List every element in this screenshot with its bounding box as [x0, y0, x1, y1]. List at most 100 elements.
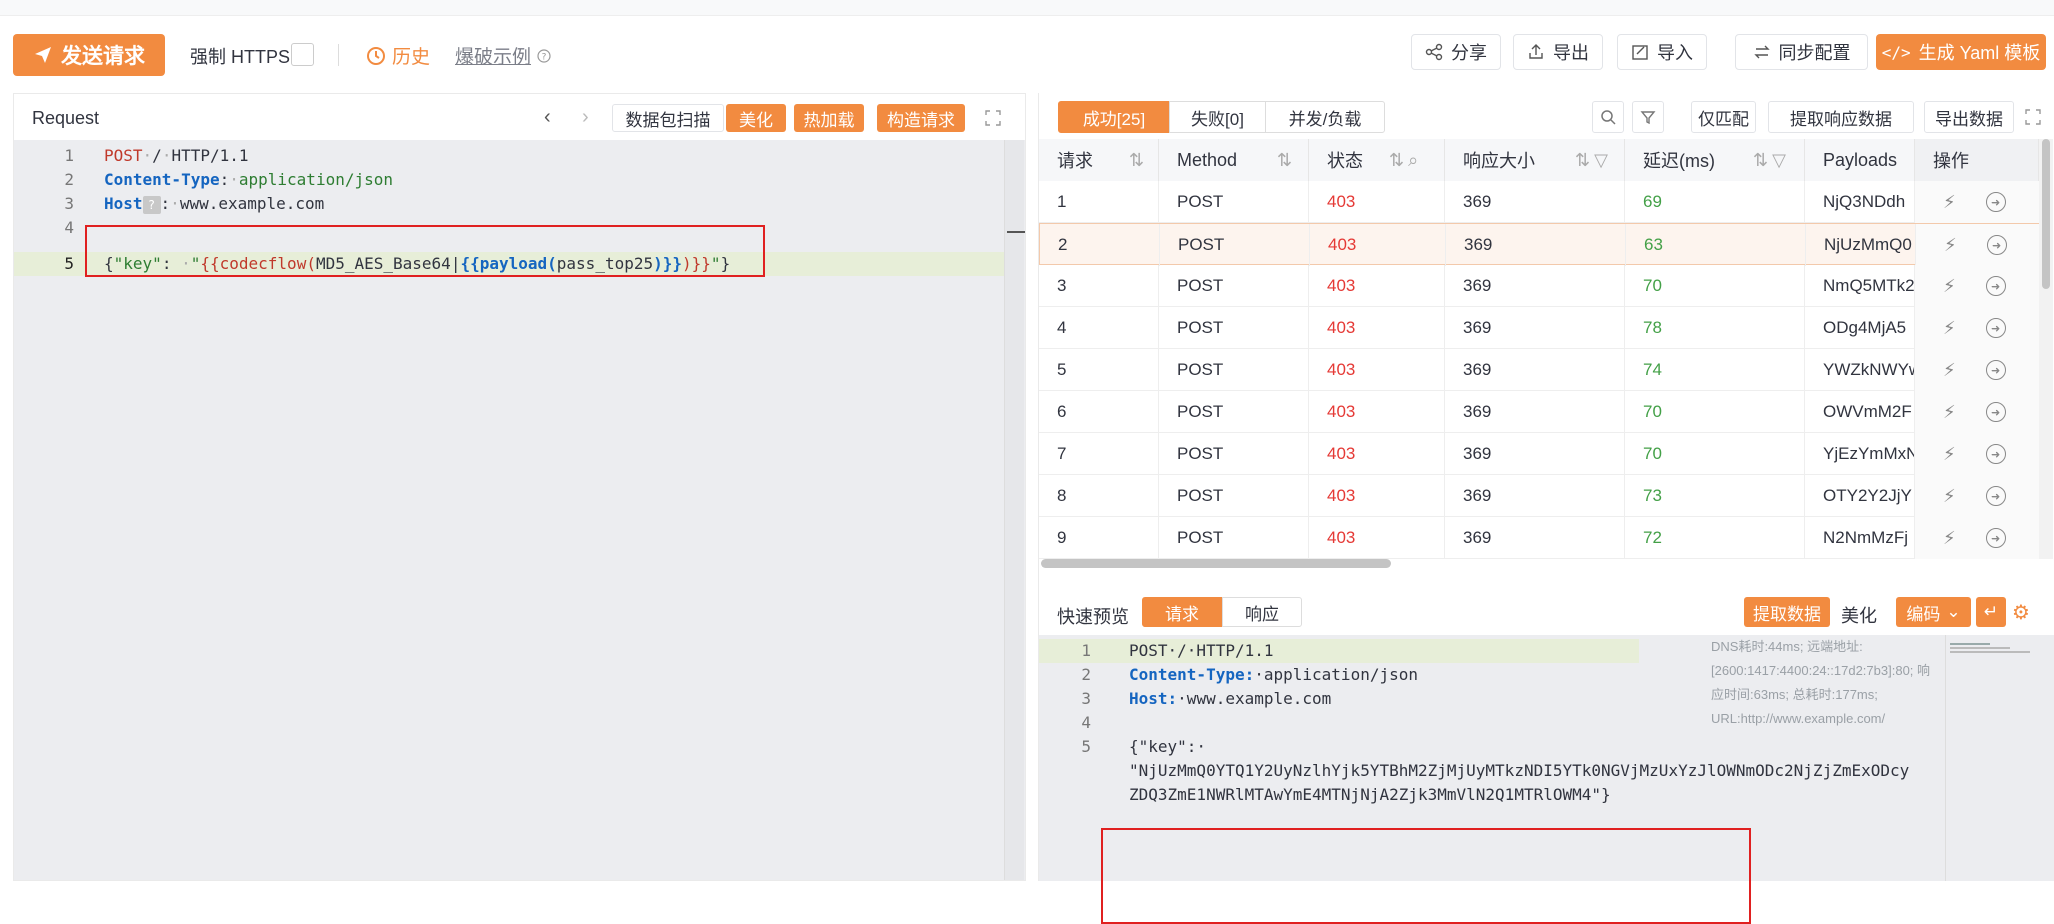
- table-row[interactable]: 3 POST 403 369 70 NmQ5MTk2 ⚡ ➜: [1039, 265, 2039, 307]
- code-line[interactable]: 1 POST·/·HTTP/1.1: [14, 144, 1025, 168]
- chevron-right-icon[interactable]: ›: [582, 106, 589, 129]
- encode-dropdown[interactable]: 编码 ⌄: [1896, 597, 1971, 627]
- arrow-circle-icon[interactable]: ➜: [1985, 528, 2006, 548]
- table-row[interactable]: 2 POST 403 369 63 NjUzMmQ0 ⚡ ➜: [1039, 223, 2040, 266]
- sort-icon[interactable]: ⇅: [1129, 150, 1144, 171]
- lightning-icon[interactable]: ⚡: [1943, 360, 1956, 381]
- minimap[interactable]: [1945, 635, 2035, 881]
- arrow-circle-icon[interactable]: ➜: [1985, 276, 2006, 296]
- scroll-thumb[interactable]: [2042, 139, 2050, 289]
- filter-icon: [1640, 111, 1656, 125]
- arrow-circle-icon[interactable]: ➜: [1985, 360, 2006, 380]
- table-row[interactable]: 5 POST 403 369 74 YWZkNWYw ⚡ ➜: [1039, 349, 2039, 391]
- code-line[interactable]: 2 Content-Type:·application/json: [14, 168, 1025, 192]
- filter-button[interactable]: [1632, 101, 1664, 133]
- column-header-request[interactable]: 请求 ⇅: [1039, 139, 1159, 181]
- search-button[interactable]: [1592, 101, 1624, 133]
- tab-failure[interactable]: 失败[0]: [1169, 101, 1266, 133]
- examples-link[interactable]: 爆破示例 ?: [455, 42, 551, 69]
- clock-icon: [367, 46, 385, 65]
- sort-icon[interactable]: ⇅: [1753, 150, 1768, 171]
- fullscreen-icon[interactable]: [984, 109, 1002, 127]
- arrow-circle-icon[interactable]: ➜: [1985, 318, 2006, 338]
- column-header-size[interactable]: 响应大小 ⇅ ▽: [1445, 139, 1625, 181]
- code-line[interactable]: 4: [1039, 711, 1739, 735]
- column-header-latency[interactable]: 延迟(ms) ⇅ ▽: [1625, 139, 1805, 181]
- fullscreen-icon[interactable]: [2024, 108, 2042, 126]
- construct-request-button[interactable]: 构造请求: [877, 104, 965, 132]
- export-button[interactable]: 导出: [1513, 34, 1603, 70]
- table-row[interactable]: 6 POST 403 369 70 OWVmM2F ⚡ ➜: [1039, 391, 2039, 433]
- export-data-button[interactable]: 导出数据: [1924, 101, 2014, 133]
- code-line[interactable]: 1 POST·/·HTTP/1.1: [1039, 639, 1639, 663]
- lightning-icon[interactable]: ⚡: [1943, 444, 1956, 465]
- arrow-circle-icon[interactable]: ➜: [1986, 235, 2007, 255]
- extract-response-button[interactable]: 提取响应数据: [1768, 101, 1914, 133]
- tab-preview-response[interactable]: 响应: [1222, 597, 1302, 627]
- code-line[interactable]: "NjUzMmQ0YTQ1Y2UyNzlhYjk5YTBhM2ZjMjUyMTk…: [1039, 759, 1909, 783]
- column-header-payloads[interactable]: Payloads: [1805, 139, 1915, 181]
- examples-label: 爆破示例: [455, 47, 532, 68]
- sort-icon[interactable]: ⇅: [1389, 150, 1404, 171]
- send-request-label: 发送请求: [61, 45, 145, 68]
- table-vscroll[interactable]: [2039, 139, 2053, 559]
- table-row[interactable]: 7 POST 403 369 70 YjEzYmMxN ⚡ ➜: [1039, 433, 2039, 475]
- import-icon: [1632, 45, 1648, 60]
- top-strip: [0, 0, 2054, 16]
- arrow-circle-icon[interactable]: ➜: [1985, 486, 2006, 506]
- table-row[interactable]: 4 POST 403 369 78 ODg4MjA5 ⚡ ➜: [1039, 307, 2039, 349]
- match-only-button[interactable]: 仅匹配: [1691, 101, 1756, 133]
- search-icon[interactable]: ⌕: [1408, 150, 1418, 171]
- beautify-button[interactable]: 美化: [726, 104, 786, 132]
- code-icon: </>: [1881, 42, 1911, 62]
- sort-icon[interactable]: ⇅: [1575, 150, 1590, 171]
- packet-scan-button[interactable]: 数据包扫描: [612, 104, 724, 132]
- code-line[interactable]: 3 Host:·www.example.com: [1039, 687, 1739, 711]
- gear-icon[interactable]: ⚙: [2012, 600, 2030, 625]
- sync-config-button[interactable]: 同步配置: [1735, 34, 1868, 70]
- table-row[interactable]: 1 POST 403 369 69 NjQ3NDdh ⚡ ➜: [1039, 181, 2039, 223]
- code-token: Host: [104, 194, 143, 213]
- tab-preview-request[interactable]: 请求: [1142, 597, 1222, 627]
- arrow-circle-icon[interactable]: ➜: [1985, 192, 2006, 212]
- wrap-toggle[interactable]: ↵: [1976, 597, 2006, 627]
- lightning-icon[interactable]: ⚡: [1943, 528, 1956, 549]
- filter-icon[interactable]: ▽: [1772, 150, 1786, 171]
- generate-yaml-button[interactable]: </> 生成 Yaml 模板: [1876, 34, 2046, 70]
- sort-icon[interactable]: ⇅: [1277, 150, 1292, 171]
- extract-data-button[interactable]: 提取数据: [1744, 597, 1830, 627]
- force-https-checkbox[interactable]: [291, 43, 314, 66]
- lightning-icon[interactable]: ⚡: [1943, 192, 1956, 213]
- lightning-icon[interactable]: ⚡: [1943, 276, 1956, 297]
- table-cell: POST: [1159, 475, 1309, 517]
- send-request-button[interactable]: 发送请求: [13, 34, 165, 76]
- share-button[interactable]: 分享: [1411, 34, 1501, 70]
- row-actions: ⚡ ➜: [1915, 307, 2039, 349]
- arrow-circle-icon[interactable]: ➜: [1985, 444, 2006, 464]
- editor-scrollbar[interactable]: [1004, 140, 1024, 880]
- lightning-icon[interactable]: ⚡: [1943, 402, 1956, 423]
- lightning-icon[interactable]: ⚡: [1943, 486, 1956, 507]
- tab-success[interactable]: 成功[25]: [1058, 101, 1170, 133]
- lightning-icon[interactable]: ⚡: [1944, 235, 1957, 256]
- lightning-icon[interactable]: ⚡: [1943, 318, 1956, 339]
- table-row[interactable]: 9 POST 403 369 72 N2NmMzFj ⚡ ➜: [1039, 517, 2039, 559]
- chevron-left-icon[interactable]: ‹: [544, 106, 551, 129]
- column-header-method[interactable]: Method ⇅: [1159, 139, 1309, 181]
- code-line[interactable]: 5 {"key":·: [1039, 735, 1739, 759]
- code-line[interactable]: ZDQ3ZmE1NWRlMTAwYmE4MTNjNjA2Zjk3MmVlN2Q1…: [1039, 783, 1739, 807]
- code-text: Content-Type:·application/json: [104, 168, 393, 192]
- arrow-circle-icon[interactable]: ➜: [1985, 402, 2006, 422]
- beautify-toggle[interactable]: 美化: [1841, 602, 1877, 628]
- import-button[interactable]: 导入: [1617, 34, 1707, 70]
- row-actions: ⚡ ➜: [1915, 265, 2039, 307]
- code-line[interactable]: 2 Content-Type:·application/json: [1039, 663, 1739, 687]
- tab-concurrency[interactable]: 并发/负载: [1265, 101, 1385, 133]
- column-header-status[interactable]: 状态 ⇅ ⌕: [1309, 139, 1445, 181]
- code-line[interactable]: 3 Host?:·www.example.com: [14, 192, 1025, 216]
- history-button[interactable]: 历史: [366, 42, 430, 69]
- filter-icon[interactable]: ▽: [1594, 150, 1608, 171]
- table-hscroll[interactable]: [1041, 559, 1391, 568]
- hot-reload-button[interactable]: 热加载: [794, 104, 864, 132]
- table-row[interactable]: 8 POST 403 369 73 OTY2Y2JjY ⚡ ➜: [1039, 475, 2039, 517]
